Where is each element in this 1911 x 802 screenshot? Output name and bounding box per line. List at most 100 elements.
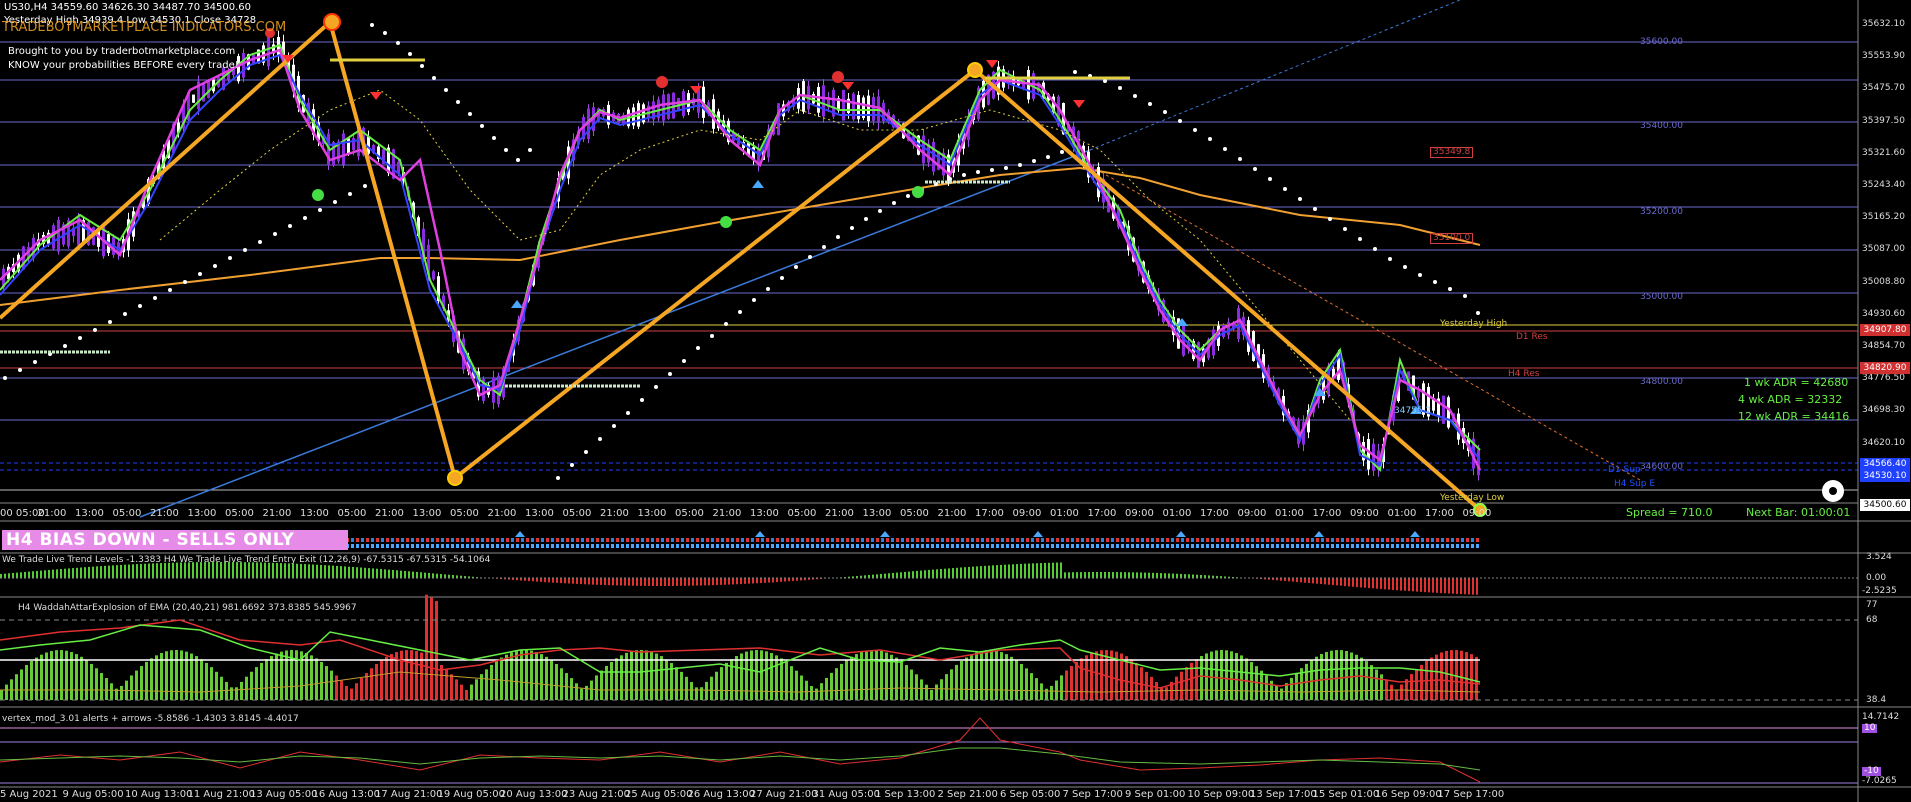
bias-banner: H4 BIAS DOWN - SELLS ONLY xyxy=(2,530,348,550)
time-axis-label: 21:00 xyxy=(712,508,742,519)
price-axis-label: 34930.60 xyxy=(1862,308,1905,319)
price-chart[interactable] xyxy=(0,0,1911,802)
time-axis-label: 09:00 xyxy=(1462,508,1492,519)
time-axis-label: 05:00 xyxy=(112,508,142,519)
mid-price-label: 34755.2 xyxy=(1394,406,1432,416)
price-axis-label: 35632.10 xyxy=(1862,19,1905,29)
h4-sup-label: H4 Sup E xyxy=(1614,479,1656,489)
adr-4wk: 4 wk ADR = 32332 xyxy=(1738,393,1843,406)
time-axis-label: 01:00 xyxy=(1050,508,1079,519)
yesterday-low-label: Yesterday Low xyxy=(1440,493,1505,503)
time-axis-label: 25 Aug 05:00 xyxy=(625,789,693,800)
price-tag-h4-res: 34820.90 xyxy=(1860,362,1910,374)
d1-sup-label: D1 Sup xyxy=(1608,465,1641,475)
time-axis-label: 26 Aug 13:00 xyxy=(687,789,755,800)
time-axis-label: 9 Aug 05:00 xyxy=(62,789,124,800)
time-axis-label: 17:00 xyxy=(975,508,1004,519)
time-axis-label: 16 Aug 13:00 xyxy=(312,789,380,800)
time-axis-label: 27 Aug 21:00 xyxy=(750,789,818,800)
time-axis-label: 1 Sep 13:00 xyxy=(875,789,936,800)
vertex-axis-label: 10 xyxy=(1862,723,1878,733)
time-axis-label: 13 Aug 05:00 xyxy=(250,789,318,800)
time-axis-label: 17 Aug 21:00 xyxy=(375,789,443,800)
chart-record-button[interactable] xyxy=(1822,480,1844,502)
time-axis-label: 21:00 xyxy=(600,508,629,519)
signal-strip xyxy=(346,531,1479,548)
time-axis-label: 13:00 xyxy=(637,508,667,519)
zigzag-line xyxy=(0,20,1482,512)
adr-12wk: 12 wk ADR = 34416 xyxy=(1738,410,1850,423)
symbol-header: US30,H4 34559.60 34626.30 34487.70 34500… xyxy=(4,2,252,13)
time-axis-label: 13:00 xyxy=(750,508,779,519)
time-axis-label: 2 Sep 21:00 xyxy=(937,789,998,800)
waddah-axis-label: 77 xyxy=(1866,600,1878,610)
res-box-label: 35349.8 xyxy=(1430,147,1474,158)
time-axis-label: 17:00 xyxy=(1200,508,1229,519)
time-axis-label: 05:00 xyxy=(675,508,704,519)
trend-levels-title: We Trade Live Trend Levels -1.3383 H4 We… xyxy=(2,555,491,565)
time-axis-label: 05:00 xyxy=(900,508,929,519)
time-axis-label: 6 Sep 05:00 xyxy=(1000,789,1061,800)
h4-res-label: H4 Res xyxy=(1508,369,1540,379)
vertex-axis-label: -7.0265 xyxy=(1862,776,1897,786)
zigzag-markers xyxy=(323,13,1487,517)
price-tag-current: 34500.60 xyxy=(1860,499,1910,511)
price-tag-d1-sup: 34566.40 xyxy=(1860,458,1910,470)
time-axis-label: 05:00 xyxy=(225,508,254,519)
time-axis-label: 17:00 xyxy=(1425,508,1454,519)
time-axis-label: 17:00 xyxy=(1087,508,1117,519)
round-level-label: 35400.00 xyxy=(1640,121,1683,131)
time-axis-label: 13:00 xyxy=(412,508,442,519)
price-tag-h4-sup: 34530.10 xyxy=(1860,470,1910,482)
time-axis-label: 09:00 xyxy=(1350,508,1379,519)
spread-readout: Spread = 710.0 xyxy=(1626,506,1713,519)
trend-axis-label: 0.00 xyxy=(1866,573,1887,583)
tagline-text: KNOW your probabilities BEFORE every tra… xyxy=(8,60,239,71)
time-axis-label: 13:00 xyxy=(862,508,892,519)
vertex-axis-label: 14.7142 xyxy=(1862,712,1900,722)
round-level-label: 34600.00 xyxy=(1640,462,1683,472)
price-axis-label: 35475.70 xyxy=(1862,83,1905,94)
time-axis-label: 31 Aug 05:00 xyxy=(812,789,880,800)
time-axis-label: 09:00 xyxy=(1237,508,1267,519)
time-axis-label: 21:00 xyxy=(937,508,967,519)
time-axis-label: 20 Aug 13:00 xyxy=(500,789,568,800)
price-axis-label: 34698.30 xyxy=(1862,405,1905,416)
line-magenta xyxy=(0,48,1482,471)
d1-res-label: D1 Res xyxy=(1516,332,1548,342)
time-axis-label: 09:00 xyxy=(1012,508,1042,519)
time-axis-label: 13:00 xyxy=(525,508,554,519)
price-tag-d1-res: 34907.80 xyxy=(1860,324,1910,336)
trend-line-blue xyxy=(139,149,1091,518)
waddah-axis-label: 38.4 xyxy=(1866,695,1887,705)
next-bar-timer: Next Bar: 01:00:01 xyxy=(1746,506,1851,519)
waddah-axis-label: 68 xyxy=(1866,615,1878,625)
time-axis-label: 05:00 xyxy=(337,508,367,519)
round-level-label: 35000.00 xyxy=(1640,292,1683,302)
time-axis-label: 05:00 xyxy=(787,508,817,519)
round-level-label: 34800.00 xyxy=(1640,377,1683,387)
time-axis-label: 21:00 xyxy=(262,508,292,519)
yesterday-high-label: Yesterday High xyxy=(1440,319,1508,329)
brought-by-text: Brought to you by traderbotmarketplace.c… xyxy=(8,46,236,57)
time-axis-label: 17:00 xyxy=(1312,508,1342,519)
time-axis-label: 7 Sep 17:00 xyxy=(1062,789,1123,800)
time-axis-label: 05:00 xyxy=(562,508,592,519)
time-axis-label: 21:00 xyxy=(150,508,179,519)
time-axis-label: 23 Aug 21:00 xyxy=(562,789,630,800)
vertex-axis-label: -10 xyxy=(1862,766,1881,776)
swing-level-strokes xyxy=(0,58,1130,388)
time-axis-label: 13:00 xyxy=(300,508,329,519)
time-axis-label: 13:00 xyxy=(187,508,217,519)
time-axis-label: 21:00 xyxy=(487,508,517,519)
price-axis-label: 34776.50 xyxy=(1862,373,1905,384)
price-axis-label: 35165.20 xyxy=(1862,212,1905,223)
adr-1wk: 1 wk ADR = 42680 xyxy=(1744,376,1849,389)
time-axis-label: 10 Sep 09:00 xyxy=(1187,789,1255,800)
time-axis-label: 16 Sep 09:00 xyxy=(1375,789,1442,800)
horizontal-levels xyxy=(0,41,1858,504)
time-axis-label: 09:00 xyxy=(1125,508,1154,519)
trend-line-blue-dashed xyxy=(1089,0,1461,151)
vertex-green-line xyxy=(0,747,1481,771)
time-axis-label: 9 Sep 01:00 xyxy=(1125,789,1186,800)
